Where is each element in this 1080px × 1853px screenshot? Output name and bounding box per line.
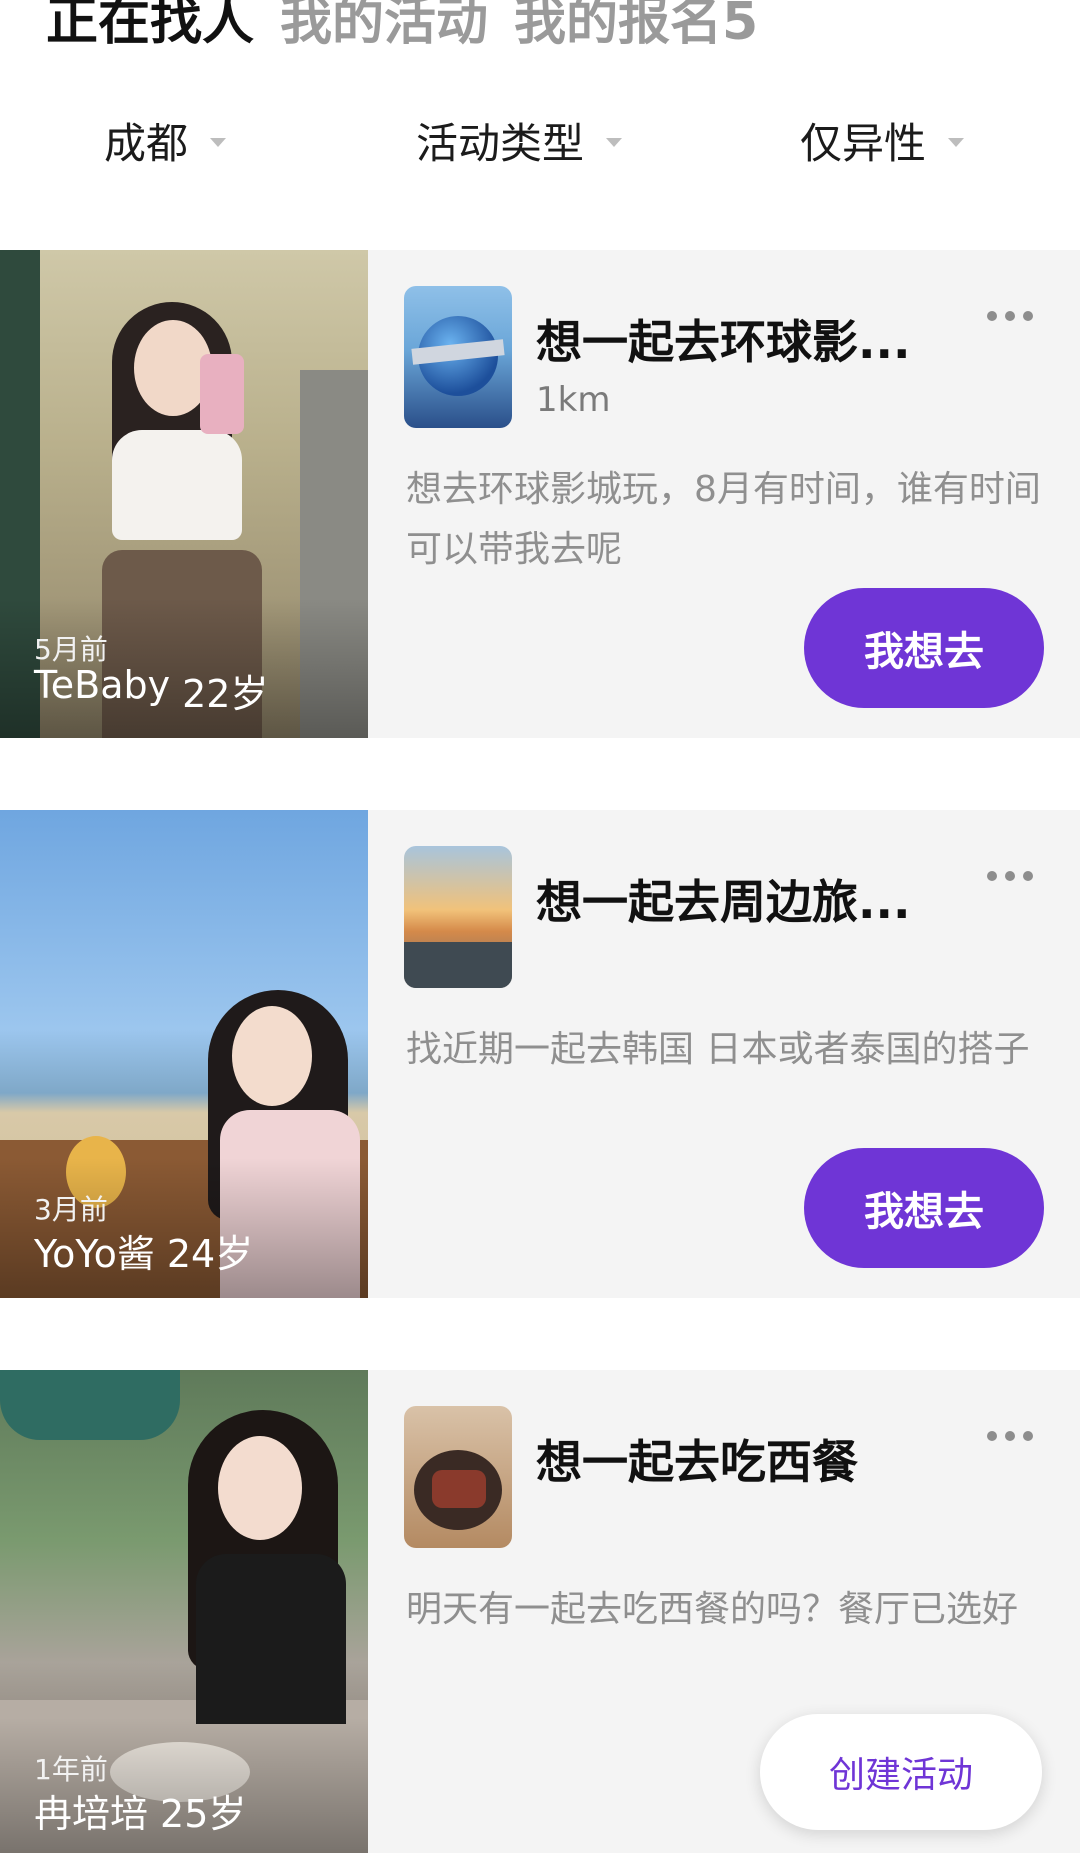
user-info: YoYo酱 24岁 bbox=[34, 1223, 253, 1278]
top-tab-bar: 正在找人 我的活动 我的报名5 bbox=[46, 0, 758, 48]
tab-my-signups[interactable]: 我的报名5 bbox=[514, 0, 758, 48]
user-name: YoYo酱 bbox=[34, 1232, 155, 1276]
user-info: TeBaby 22岁 bbox=[34, 663, 268, 718]
filter-activity-type-label: 活动类型 bbox=[416, 118, 585, 168]
activity-thumbnail bbox=[404, 846, 512, 988]
card-content: 想一起去环球影... 1km 想去环球影城玩，8月有时间，谁有时间可以带我去呢 … bbox=[368, 250, 1080, 738]
caret-down-icon bbox=[948, 137, 965, 147]
activity-title: 想一起去吃西餐 bbox=[536, 1435, 858, 1489]
user-name: 冉培培 bbox=[34, 1792, 149, 1836]
more-dots-icon[interactable] bbox=[980, 306, 1040, 326]
activity-thumbnail bbox=[404, 286, 512, 428]
activity-card[interactable]: 5月前 TeBaby 22岁 想一起去环球影... 1km 想去环球影城玩，8月… bbox=[0, 250, 1080, 738]
tab-my-activities[interactable]: 我的活动 bbox=[280, 0, 488, 48]
activity-description: 找近期一起去韩国 日本或者泰国的搭子 bbox=[406, 1029, 1030, 1070]
activity-distance: 1km bbox=[536, 380, 611, 420]
activity-thumbnail bbox=[404, 1406, 512, 1548]
activity-title: 想一起去周边旅... bbox=[536, 875, 911, 929]
post-time: 3月前 bbox=[34, 1193, 108, 1226]
user-info: 冉培培 25岁 bbox=[34, 1783, 246, 1838]
caret-down-icon bbox=[210, 137, 227, 147]
want-to-go-button[interactable]: 我想去 bbox=[804, 588, 1044, 708]
more-dots-icon[interactable] bbox=[980, 866, 1040, 886]
tab-finding-people[interactable]: 正在找人 bbox=[46, 0, 254, 48]
post-time: 1年前 bbox=[34, 1753, 108, 1786]
filter-gender[interactable]: 仅异性 bbox=[800, 100, 965, 180]
filter-city[interactable]: 成都 bbox=[104, 100, 227, 180]
activity-title: 想一起去环球影... bbox=[536, 315, 911, 369]
user-age: 24岁 bbox=[166, 1232, 254, 1276]
filter-activity-type[interactable]: 活动类型 bbox=[416, 100, 623, 180]
post-time: 5月前 bbox=[34, 633, 108, 666]
activity-description: 想去环球影城玩，8月有时间，谁有时间可以带我去呢 bbox=[406, 469, 1041, 570]
user-name: TeBaby bbox=[34, 663, 171, 707]
filter-bar: 成都 活动类型 仅异性 bbox=[0, 100, 1080, 180]
user-age: 22岁 bbox=[182, 672, 269, 716]
user-photo[interactable]: 1年前 冉培培 25岁 bbox=[0, 1370, 368, 1853]
more-dots-icon[interactable] bbox=[980, 1426, 1040, 1446]
filter-city-label: 成都 bbox=[104, 118, 189, 168]
activity-description: 明天有一起去吃西餐的吗？餐厅已选好 bbox=[406, 1589, 1019, 1630]
want-to-go-button[interactable]: 我想去 bbox=[804, 1148, 1044, 1268]
filter-gender-label: 仅异性 bbox=[800, 118, 927, 168]
caret-down-icon bbox=[606, 137, 623, 147]
activity-card[interactable]: 3月前 YoYo酱 24岁 想一起去周边旅... 找近期一起去韩国 日本或者泰国… bbox=[0, 810, 1080, 1298]
card-content: 想一起去周边旅... 找近期一起去韩国 日本或者泰国的搭子 我想去 bbox=[368, 810, 1080, 1298]
user-age: 25岁 bbox=[160, 1792, 247, 1836]
user-photo[interactable]: 5月前 TeBaby 22岁 bbox=[0, 250, 368, 738]
create-activity-button[interactable]: 创建活动 bbox=[760, 1714, 1042, 1830]
user-photo[interactable]: 3月前 YoYo酱 24岁 bbox=[0, 810, 368, 1298]
